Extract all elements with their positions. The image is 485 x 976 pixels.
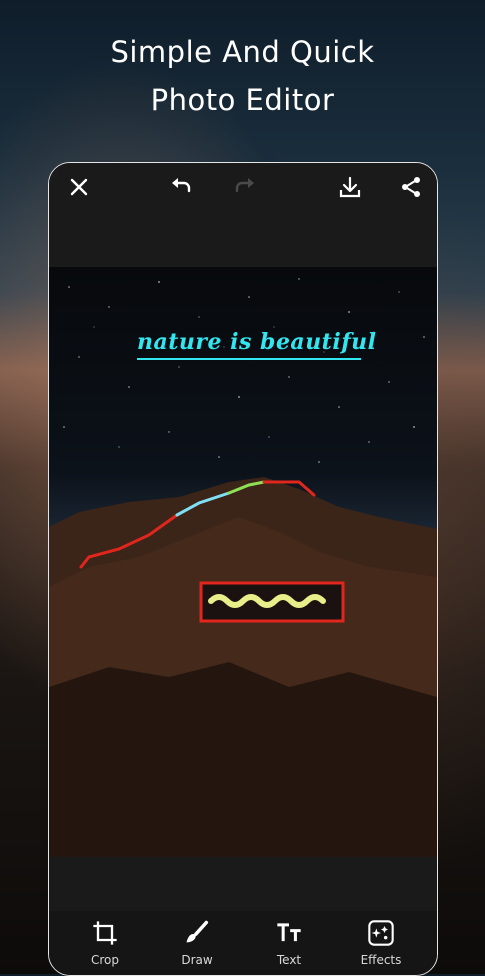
tool-effects-label: Effects: [360, 953, 402, 967]
tool-draw[interactable]: Draw: [162, 919, 232, 967]
edited-photo[interactable]: nature is beautiful: [49, 267, 437, 857]
tool-effects[interactable]: Effects: [346, 919, 416, 967]
tool-text-label: Text: [276, 953, 302, 967]
tool-draw-label: Draw: [181, 953, 213, 967]
headline-line-2: Photo Editor: [150, 83, 335, 117]
brush-icon: [186, 920, 209, 943]
download-icon: [339, 176, 361, 198]
download-button[interactable]: [336, 173, 364, 201]
text-icon: [277, 923, 301, 942]
tool-text[interactable]: Text: [254, 919, 324, 967]
photo-scene: [49, 278, 437, 857]
undo-button[interactable]: [167, 173, 195, 201]
tool-bar: Crop Draw Text Effects: [49, 911, 437, 975]
editor-canvas[interactable]: nature is beautiful: [49, 211, 437, 911]
tool-crop-label: Crop: [90, 953, 119, 967]
close-button[interactable]: [65, 173, 93, 201]
editor-top-bar: [49, 163, 437, 211]
share-icon: [402, 177, 420, 197]
redo-icon: [235, 178, 254, 193]
overlay-text-underline: [137, 358, 361, 360]
crop-icon: [93, 921, 117, 945]
tool-crop[interactable]: Crop: [70, 919, 140, 967]
share-button[interactable]: [397, 173, 425, 201]
star-field: [63, 278, 425, 463]
phone-frame: nature is beautiful Crop Draw Text Effec…: [48, 162, 438, 976]
close-icon: [70, 178, 88, 196]
promo-headline: Simple And Quick Photo Editor: [0, 28, 485, 124]
effects-icon: [368, 920, 394, 946]
headline-line-1: Simple And Quick: [110, 35, 375, 69]
overlay-text[interactable]: nature is beautiful: [137, 329, 377, 355]
redo-button[interactable]: [231, 173, 259, 201]
undo-icon: [172, 178, 191, 193]
